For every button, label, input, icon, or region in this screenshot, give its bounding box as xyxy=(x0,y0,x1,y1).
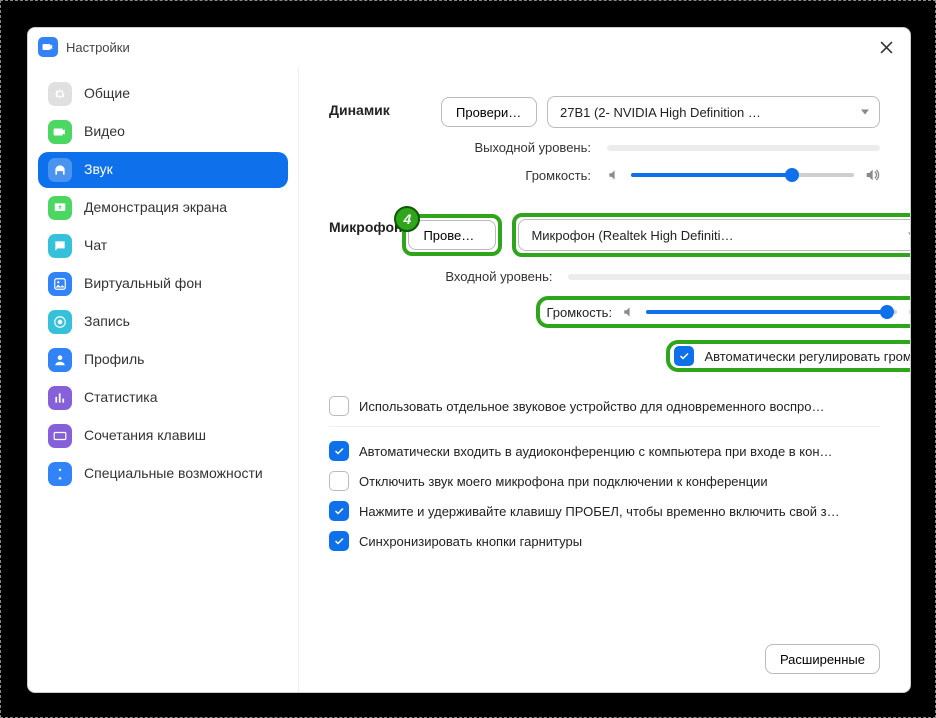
sidebar-item-label: Запись xyxy=(84,314,130,329)
speaker-output-level xyxy=(607,145,880,151)
volume-high-icon xyxy=(907,304,910,320)
speaker-volume-slider[interactable] xyxy=(631,167,854,183)
speaker-volume-label: Громкость: xyxy=(441,168,597,183)
separator xyxy=(329,426,880,427)
sidebar-item-label: Профиль xyxy=(84,352,144,367)
sidebar-item-label: Сочетания клавиш xyxy=(84,428,206,443)
stats-icon xyxy=(48,386,72,410)
options-list: Использовать отдельное звуковое устройст… xyxy=(329,396,880,561)
output-level-label: Выходной уровень: xyxy=(441,140,597,155)
sidebar-item-accessibility[interactable]: Специальные возможности xyxy=(38,456,288,492)
frame: Настройки Общие Видео Звук Демонстрация … xyxy=(0,0,936,718)
share-screen-icon xyxy=(48,196,72,220)
volume-low-icon xyxy=(607,168,621,182)
checkbox-label: Использовать отдельное звуковое устройст… xyxy=(359,399,824,414)
speaker-heading: Динамик xyxy=(329,96,441,195)
microphone-volume-slider[interactable] xyxy=(646,304,897,320)
sidebar-item-label: Видео xyxy=(84,124,125,139)
window-body: Общие Видео Звук Демонстрация экрана Чат… xyxy=(28,66,910,692)
virtual-bg-icon xyxy=(48,272,72,296)
sync-headset-buttons-checkbox[interactable] xyxy=(329,531,349,551)
mute-mic-on-join-checkbox[interactable] xyxy=(329,471,349,491)
headphones-icon xyxy=(48,158,72,182)
highlight-4: 4 Проверить … xyxy=(402,214,502,256)
volume-high-icon xyxy=(864,167,880,183)
sidebar-item-label: Виртуальный фон xyxy=(84,276,202,291)
keyboard-icon xyxy=(48,424,72,448)
input-level-label: Входной уровень: xyxy=(402,269,558,284)
close-icon xyxy=(880,41,893,54)
sidebar-item-label: Специальные возможности xyxy=(84,466,263,481)
checkbox-label: Автоматически регулировать гром… xyxy=(704,349,910,364)
sidebar-item-chat[interactable]: Чат xyxy=(38,228,288,264)
test-microphone-button[interactable]: Проверить … xyxy=(408,220,496,250)
microphone-input-level xyxy=(568,274,910,280)
sidebar-item-label: Статистика xyxy=(84,390,158,405)
highlight-2: 2 Громкость: xyxy=(536,296,910,328)
sidebar-item-virtual-bg[interactable]: Виртуальный фон xyxy=(38,266,288,302)
speaker-section: Динамик Проверить … 27B1 (2- NVIDIA High… xyxy=(329,96,880,195)
accessibility-icon xyxy=(48,462,72,486)
footer: Расширенные xyxy=(329,626,880,692)
button-label: Проверить … xyxy=(456,105,522,120)
volume-low-icon xyxy=(622,305,636,319)
test-speaker-button[interactable]: Проверить … xyxy=(441,97,537,127)
window-title: Настройки xyxy=(66,40,872,55)
content: Динамик Проверить … 27B1 (2- NVIDIA High… xyxy=(299,66,910,692)
checkbox-label: Автоматически входить в аудиоконференцию… xyxy=(359,444,833,459)
titlebar: Настройки xyxy=(28,28,910,66)
select-value: 27B1 (2- NVIDIA High Definition … xyxy=(560,105,761,120)
checkbox-label: Отключить звук моего микрофона при подкл… xyxy=(359,474,768,489)
microphone-device-select[interactable]: Микрофон (Realtek High Definiti… xyxy=(518,219,910,251)
sidebar-item-share[interactable]: Демонстрация экрана xyxy=(38,190,288,226)
chat-icon xyxy=(48,234,72,258)
sidebar-item-label: Чат xyxy=(84,238,107,253)
sidebar-item-stats[interactable]: Статистика xyxy=(38,380,288,416)
sidebar-item-label: Общие xyxy=(84,86,130,101)
button-label: Проверить … xyxy=(423,228,481,243)
gear-icon xyxy=(48,82,72,106)
settings-window: Настройки Общие Видео Звук Демонстрация … xyxy=(27,27,911,693)
speaker-device-select[interactable]: 27B1 (2- NVIDIA High Definition … xyxy=(547,96,880,128)
checkbox-label: Нажмите и удерживайте клавишу ПРОБЕЛ, чт… xyxy=(359,504,840,519)
sidebar-item-recording[interactable]: Запись xyxy=(38,304,288,340)
sidebar-item-label: Демонстрация экрана xyxy=(84,200,227,215)
separate-audio-device-checkbox[interactable] xyxy=(329,396,349,416)
highlight-3: 3 Микрофон (Realtek High Definiti… xyxy=(512,213,910,257)
profile-icon xyxy=(48,348,72,372)
sidebar: Общие Видео Звук Демонстрация экрана Чат… xyxy=(28,66,299,692)
select-value: Микрофон (Realtek High Definiti… xyxy=(531,228,733,243)
highlight-1: 1 Автоматически регулировать гром… xyxy=(666,340,910,372)
close-button[interactable] xyxy=(872,33,900,61)
sidebar-item-general[interactable]: Общие xyxy=(38,76,288,112)
button-label: Расширенные xyxy=(780,652,865,667)
advanced-button[interactable]: Расширенные xyxy=(765,644,880,674)
microphone-section: Микрофон 4 Проверить … 3 Микрофон (Realt… xyxy=(329,213,880,378)
auto-join-audio-checkbox[interactable] xyxy=(329,441,349,461)
sidebar-item-profile[interactable]: Профиль xyxy=(38,342,288,378)
camera-icon xyxy=(48,120,72,144)
checkbox-label: Синхронизировать кнопки гарнитуры xyxy=(359,534,582,549)
push-to-talk-checkbox[interactable] xyxy=(329,501,349,521)
microphone-volume-label: Громкость: xyxy=(546,305,612,320)
sidebar-item-shortcuts[interactable]: Сочетания клавиш xyxy=(38,418,288,454)
app-icon xyxy=(38,37,58,57)
microphone-heading: Микрофон xyxy=(329,213,402,378)
auto-adjust-volume-checkbox[interactable] xyxy=(674,346,694,366)
sidebar-item-audio[interactable]: Звук xyxy=(38,152,288,188)
sidebar-item-label: Звук xyxy=(84,162,113,177)
record-icon xyxy=(48,310,72,334)
sidebar-item-video[interactable]: Видео xyxy=(38,114,288,150)
